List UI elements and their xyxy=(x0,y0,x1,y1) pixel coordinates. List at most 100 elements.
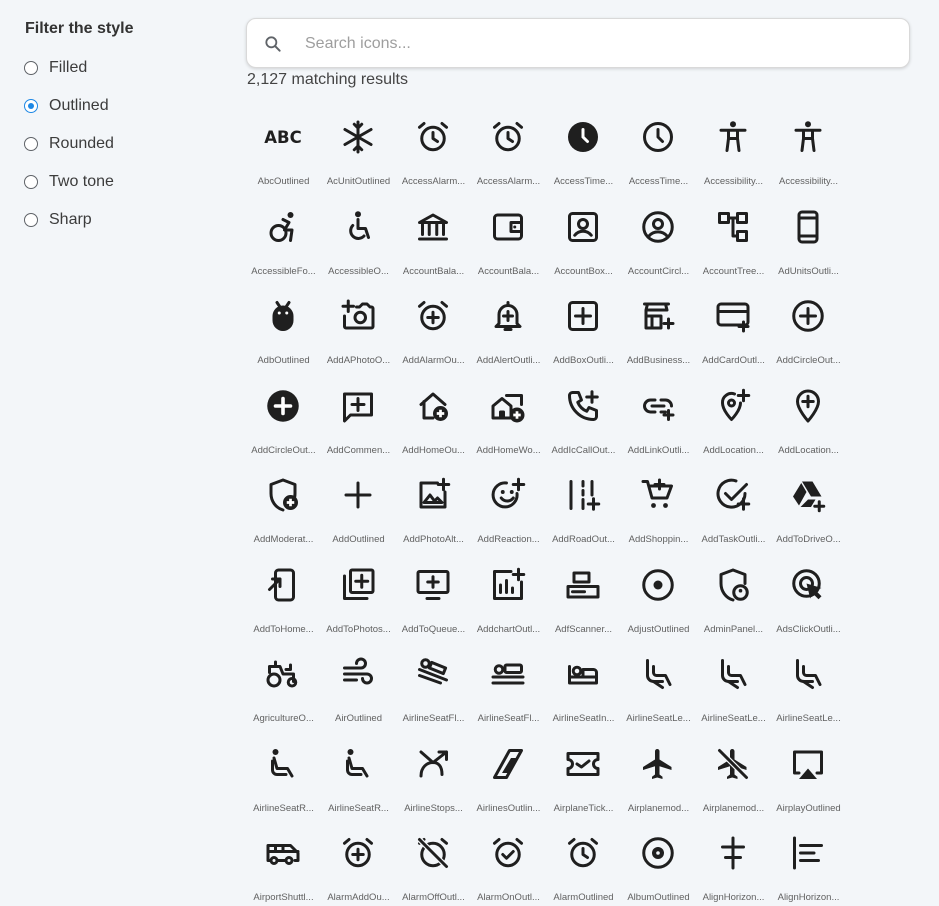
style-option-rounded[interactable]: Rounded xyxy=(24,132,114,156)
icon-tile[interactable]: AddchartOutl... xyxy=(471,548,546,638)
icon-label: AirlineSeatFl... xyxy=(477,713,540,724)
radio-button[interactable] xyxy=(24,213,38,227)
icon-tile[interactable]: AccessTime... xyxy=(546,100,621,190)
icon-tile[interactable]: AccountBox... xyxy=(546,190,621,280)
icon-tile[interactable]: AirlineStops... xyxy=(396,727,471,817)
icon-tile[interactable]: AddModerat... xyxy=(246,458,321,548)
add-chart-icon xyxy=(493,567,526,600)
icon-tile[interactable]: AdsClickOutli... xyxy=(771,548,846,638)
add-moderator-icon xyxy=(269,478,298,512)
icon-tile[interactable]: AlarmOnOutl... xyxy=(471,816,546,906)
icon-tile[interactable]: Airplanemod... xyxy=(696,727,771,817)
icon-tile[interactable]: AddLinkOutli... xyxy=(621,369,696,459)
icon-tile[interactable]: Airplanemod... xyxy=(621,727,696,817)
icon-tile[interactable]: AirlineSeatLe... xyxy=(696,637,771,727)
icon-tile[interactable]: AddPhotoAlt... xyxy=(396,458,471,548)
icon-tile[interactable]: AddCircleOut... xyxy=(771,279,846,369)
icon-tile[interactable]: AirlineSeatLe... xyxy=(621,637,696,727)
icon-tile[interactable]: AccessTime... xyxy=(621,100,696,190)
icon-tile[interactable]: AirlineSeatIn... xyxy=(546,637,621,727)
icon-tile[interactable]: AddBoxOutli... xyxy=(546,279,621,369)
icon-tile[interactable]: AddToQueue... xyxy=(396,548,471,638)
icon-tile[interactable]: AccountCircl... xyxy=(621,190,696,280)
icon-tile[interactable]: AddOutlined xyxy=(321,458,396,548)
icon-tile[interactable]: AirlineSeatFl... xyxy=(471,637,546,727)
icon-tile[interactable]: AddToDriveO... xyxy=(771,458,846,548)
icon-tile[interactable]: AddRoadOut... xyxy=(546,458,621,548)
style-option-outlined[interactable]: Outlined xyxy=(24,94,109,118)
add-business-icon xyxy=(643,302,675,330)
icon-tile[interactable]: AddTaskOutli... xyxy=(696,458,771,548)
icon-label: AirlineSeatLe... xyxy=(701,713,766,724)
icon-label: AirlineSeatR... xyxy=(328,802,389,814)
icon-label: AirlineSeatFl... xyxy=(402,713,465,724)
icon-tile[interactable]: AccessAlarm... xyxy=(471,100,546,190)
icon-tile[interactable]: AdUnitsOutli... xyxy=(771,190,846,280)
icon-tile[interactable]: AlbumOutlined xyxy=(621,816,696,906)
style-option-two-tone[interactable]: Two tone xyxy=(24,170,114,194)
icon-tile[interactable]: AgricultureO... xyxy=(246,637,321,727)
radio-button[interactable] xyxy=(24,137,38,151)
icon-tile[interactable]: AddCommen... xyxy=(321,369,396,459)
icon-tile[interactable]: AddLocation... xyxy=(771,369,846,459)
icon-tile[interactable]: AddReaction... xyxy=(471,458,546,548)
icon-label: AccountCircl... xyxy=(627,265,690,277)
clock-filled-icon xyxy=(568,122,598,152)
icon-tile[interactable]: AddLocation... xyxy=(696,369,771,459)
icon-tile[interactable]: AccessAlarm... xyxy=(396,100,471,190)
icon-tile[interactable]: AirlineSeatR... xyxy=(246,727,321,817)
icon-tile[interactable]: AddCardOutl... xyxy=(696,279,771,369)
icon-tile[interactable]: AirlineSeatFl... xyxy=(396,637,471,727)
icon-label: AddLocation... xyxy=(778,444,839,456)
icon-tile[interactable]: AdjustOutlined xyxy=(621,548,696,638)
icon-tile[interactable]: AirportShuttl... xyxy=(246,816,321,906)
icon-tile[interactable]: AccountTree... xyxy=(696,190,771,280)
icon-tile[interactable]: AdbOutlined xyxy=(246,279,321,369)
search-input[interactable] xyxy=(303,29,897,59)
icon-tile[interactable]: AddAlarmOu... xyxy=(396,279,471,369)
icon-tile[interactable]: AddIcCallOut... xyxy=(546,369,621,459)
style-option-filled[interactable]: Filled xyxy=(24,56,87,80)
icon-tile[interactable]: AirlineSeatLe... xyxy=(771,637,846,727)
icon-tile[interactable]: AddAPhotoO... xyxy=(321,279,396,369)
icon-tile[interactable]: AddHomeWo... xyxy=(471,369,546,459)
icon-tile[interactable]: AirlinesOutlin... xyxy=(471,727,546,817)
icon-tile[interactable]: AlignHorizon... xyxy=(696,816,771,906)
icon-tile[interactable]: AddShoppin... xyxy=(621,458,696,548)
radio-button[interactable] xyxy=(24,61,38,75)
icon-tile[interactable]: ABC AbcOutlined xyxy=(246,100,321,190)
icon-tile[interactable]: AddAlertOutli... xyxy=(471,279,546,369)
icon-tile[interactable]: AddCircleOut... xyxy=(246,369,321,459)
icon-tile[interactable]: AddBusiness... xyxy=(621,279,696,369)
style-filter-sidebar: Filter the style Filled Outlined Rounded Tw… xyxy=(0,0,230,896)
icon-tile[interactable]: AirOutlined xyxy=(321,637,396,727)
icon-tile[interactable]: AlignHorizon... xyxy=(771,816,846,906)
icon-tile[interactable]: AirplaneTick... xyxy=(546,727,621,817)
icon-tile[interactable]: AcUnitOutlined xyxy=(321,100,396,190)
icon-tile[interactable]: AlarmOffOutl... xyxy=(396,816,471,906)
icon-tile[interactable]: AccessibleO... xyxy=(321,190,396,280)
add-home-work-icon xyxy=(491,393,525,422)
search-bar[interactable] xyxy=(246,18,910,68)
radio-button[interactable] xyxy=(24,99,38,113)
icon-tile[interactable]: AddToPhotos... xyxy=(321,548,396,638)
alarm-on-icon xyxy=(493,838,523,868)
style-option-sharp[interactable]: Sharp xyxy=(24,208,92,232)
icon-label: AirlinesOutlin... xyxy=(476,802,541,814)
icon-tile[interactable]: AdminPanel... xyxy=(696,548,771,638)
icon-tile[interactable]: AccountBala... xyxy=(471,190,546,280)
icon-label: AddToHome... xyxy=(253,623,314,635)
icon-tile[interactable]: AddHomeOu... xyxy=(396,369,471,459)
icon-tile[interactable]: AddToHome... xyxy=(246,548,321,638)
icon-tile[interactable]: AirlineSeatR... xyxy=(321,727,396,817)
radio-button[interactable] xyxy=(24,175,38,189)
icon-tile[interactable]: AccessibleFo... xyxy=(246,190,321,280)
icon-tile[interactable]: AdfScanner... xyxy=(546,548,621,638)
icon-tile[interactable]: Accessibility... xyxy=(696,100,771,190)
icon-tile[interactable]: AccountBala... xyxy=(396,190,471,280)
icon-tile[interactable]: AlarmOutlined xyxy=(546,816,621,906)
icon-label: AirlineSeatIn... xyxy=(552,713,615,724)
icon-tile[interactable]: AlarmAddOu... xyxy=(321,816,396,906)
icon-tile[interactable]: Accessibility... xyxy=(771,100,846,190)
icon-tile[interactable]: AirplayOutlined xyxy=(771,727,846,817)
